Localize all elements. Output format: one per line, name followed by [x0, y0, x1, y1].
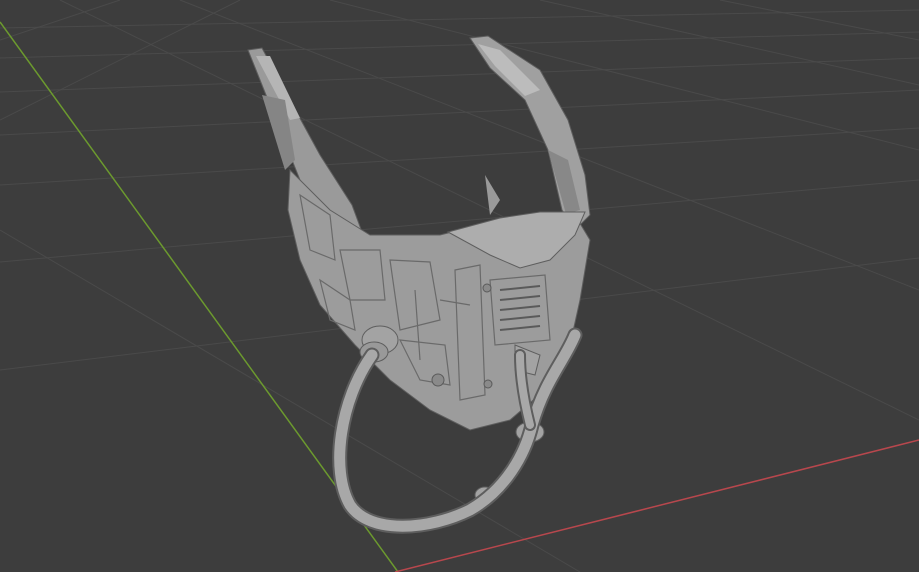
3d-viewport[interactable]	[0, 0, 919, 572]
screw-bolt	[483, 379, 493, 389]
viewport-canvas[interactable]	[0, 0, 919, 572]
cyber-mask-mesh[interactable]	[247, 35, 591, 534]
screw-bolt	[431, 373, 445, 387]
screw-bolt	[482, 283, 492, 293]
